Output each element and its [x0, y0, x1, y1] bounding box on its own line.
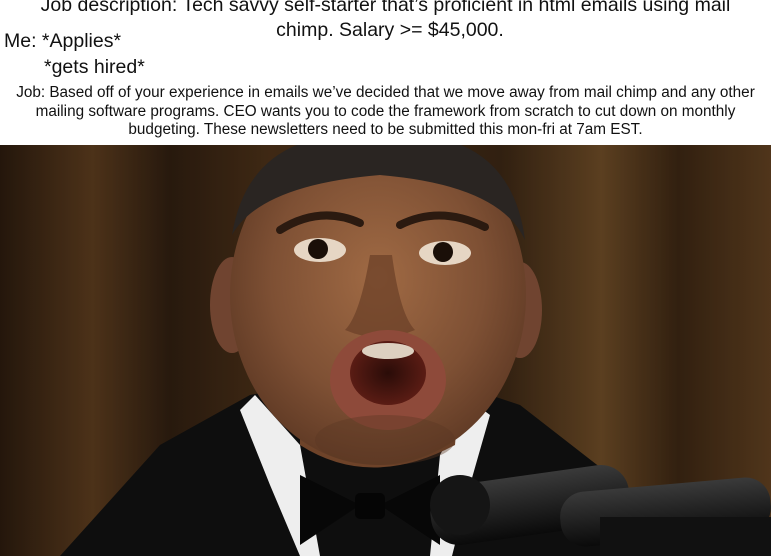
teeth	[362, 343, 414, 359]
me-applies-text: Me: *Applies*	[4, 30, 122, 52]
job-description-line-2: chimp. Salary >= $45,000.	[276, 19, 504, 41]
job-reply-text: Job: Based off of your experience in ema…	[16, 84, 755, 138]
bow-tie-knot	[355, 493, 385, 519]
job-description-line-1: Job description: Tech savvy self-starter…	[40, 0, 731, 16]
reaction-photo-illustration	[0, 145, 771, 556]
meme-caption: Job description: Tech savvy self-starter…	[0, 0, 771, 145]
reaction-photo	[0, 145, 771, 556]
gets-hired-text: *gets hired*	[44, 56, 145, 78]
